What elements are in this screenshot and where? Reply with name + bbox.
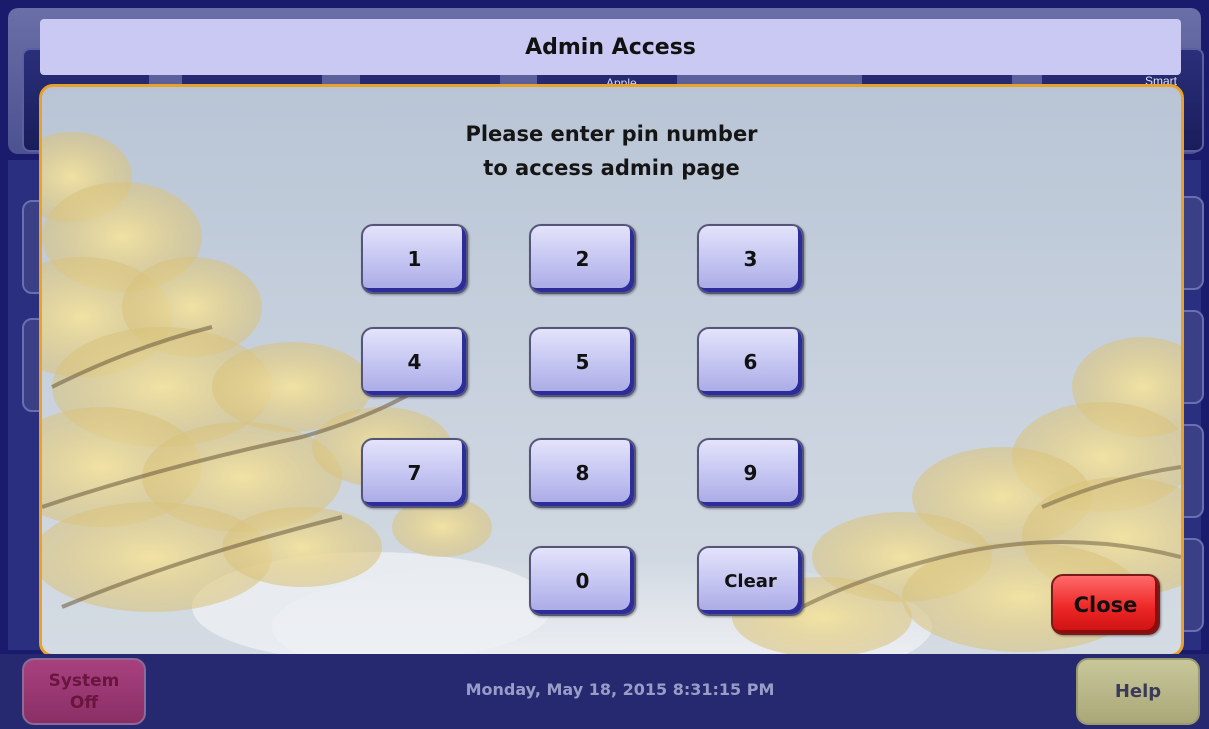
pin-instruction: Please enter pin number to access admin … bbox=[42, 117, 1181, 185]
keypad-key-3[interactable]: 3 bbox=[697, 224, 804, 294]
dialog-title: Admin Access bbox=[40, 19, 1181, 75]
keypad-key-2[interactable]: 2 bbox=[529, 224, 636, 294]
keypad-key-8[interactable]: 8 bbox=[529, 438, 636, 508]
keypad-key-9[interactable]: 9 bbox=[697, 438, 804, 508]
admin-pin-dialog: Please enter pin number to access admin … bbox=[39, 84, 1184, 657]
close-button[interactable]: Close bbox=[1051, 574, 1160, 635]
keypad-key-0[interactable]: 0 bbox=[529, 546, 636, 616]
keypad-key-1[interactable]: 1 bbox=[361, 224, 468, 294]
keypad-key-5[interactable]: 5 bbox=[529, 327, 636, 397]
keypad-key-4[interactable]: 4 bbox=[361, 327, 468, 397]
help-button[interactable]: Help bbox=[1076, 658, 1200, 725]
keypad-key-7[interactable]: 7 bbox=[361, 438, 468, 508]
instruction-line-1: Please enter pin number bbox=[465, 122, 758, 146]
keypad-key-6[interactable]: 6 bbox=[697, 327, 804, 397]
keypad-clear-button[interactable]: Clear bbox=[697, 546, 804, 616]
instruction-line-2: to access admin page bbox=[483, 156, 740, 180]
date-time-display: Monday, May 18, 2015 8:31:15 PM bbox=[465, 680, 775, 699]
